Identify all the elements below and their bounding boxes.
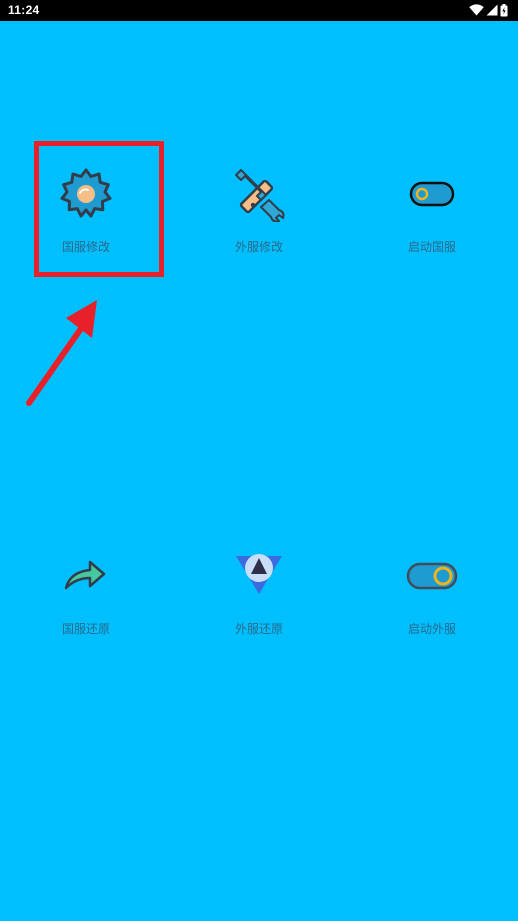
highlight-box <box>34 141 164 277</box>
wifi-icon <box>469 4 484 16</box>
global-server-modify-label: 外服修改 <box>234 240 283 254</box>
launch-cn-server-label: 启动国服 <box>407 240 456 254</box>
triangle-badge-icon <box>231 548 287 604</box>
pointer-arrow-icon <box>26 300 97 406</box>
wrench-icon <box>231 166 287 222</box>
status-icons <box>469 3 508 17</box>
launch-cn-server-button[interactable]: 启动国服 <box>346 166 518 316</box>
launch-global-server-button[interactable]: 启动外服 <box>346 548 518 698</box>
global-server-restore-button[interactable]: 外服还原 <box>173 548 345 698</box>
status-time: 11:24 <box>8 3 40 17</box>
global-server-modify-button[interactable]: 外服修改 <box>173 166 345 316</box>
global-server-restore-label: 外服还原 <box>234 622 283 636</box>
launch-global-server-label: 启动外服 <box>407 622 456 636</box>
signal-icon <box>486 4 498 16</box>
toggle-on-icon <box>404 548 460 604</box>
share-arrow-icon <box>58 548 114 604</box>
cn-server-restore-label: 国服还原 <box>61 622 110 636</box>
toggle-off-icon <box>404 166 460 222</box>
status-bar: 11:24 <box>0 0 518 21</box>
cn-server-restore-button[interactable]: 国服还原 <box>0 548 172 698</box>
battery-icon <box>500 3 508 16</box>
